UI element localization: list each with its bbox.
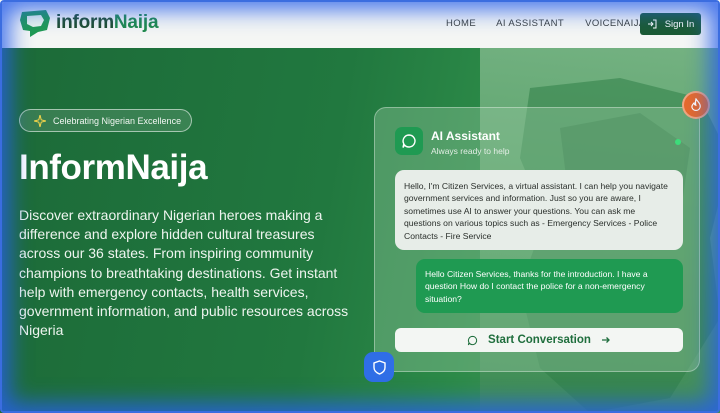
nav-home[interactable]: HOME [446, 18, 476, 29]
assistant-subtitle: Always ready to help [431, 146, 510, 156]
assistant-title: AI Assistant [431, 129, 500, 143]
start-conversation-button[interactable]: Start Conversation [395, 328, 683, 352]
start-conversation-label: Start Conversation [488, 334, 591, 346]
fire-emergency-button[interactable] [682, 91, 710, 119]
sign-in-button[interactable]: Sign In [640, 13, 701, 35]
sparkle-icon [34, 114, 46, 127]
main-nav: HOME AI ASSISTANT VOICENAIJA [446, 18, 646, 29]
hero-title: InformNaija [19, 148, 208, 187]
bot-message: Hello, I'm Citizen Services, a virtual a… [395, 170, 683, 250]
chat-bubble-icon [395, 127, 423, 155]
online-status-dot [675, 139, 681, 145]
nigeria-chat-logo-icon [20, 10, 50, 37]
flame-icon [691, 98, 701, 111]
user-message: Hello Citizen Services, thanks for the i… [416, 259, 683, 313]
login-arrow-icon [647, 19, 657, 29]
hero-description: Discover extraordinary Nigerian heroes m… [19, 207, 349, 339]
shield-icon [372, 359, 386, 375]
sign-in-label: Sign In [664, 18, 695, 30]
badge-label: Celebrating Nigerian Excellence [53, 115, 182, 126]
celebration-badge: Celebrating Nigerian Excellence [19, 109, 192, 132]
ai-assistant-card: AI Assistant Always ready to help Hello,… [374, 107, 700, 372]
security-shield-button[interactable] [364, 352, 394, 382]
logo[interactable]: informNaija [18, 8, 159, 38]
nav-ai-assistant[interactable]: AI ASSISTANT [496, 18, 564, 29]
nav-voicenaija[interactable]: VOICENAIJA [585, 18, 646, 29]
chat-bubble-icon [467, 335, 478, 345]
top-navbar: informNaija HOME AI ASSISTANT VOICENAIJA… [0, 0, 720, 48]
logo-text: informNaija [56, 12, 159, 33]
arrow-right-icon [601, 337, 610, 343]
